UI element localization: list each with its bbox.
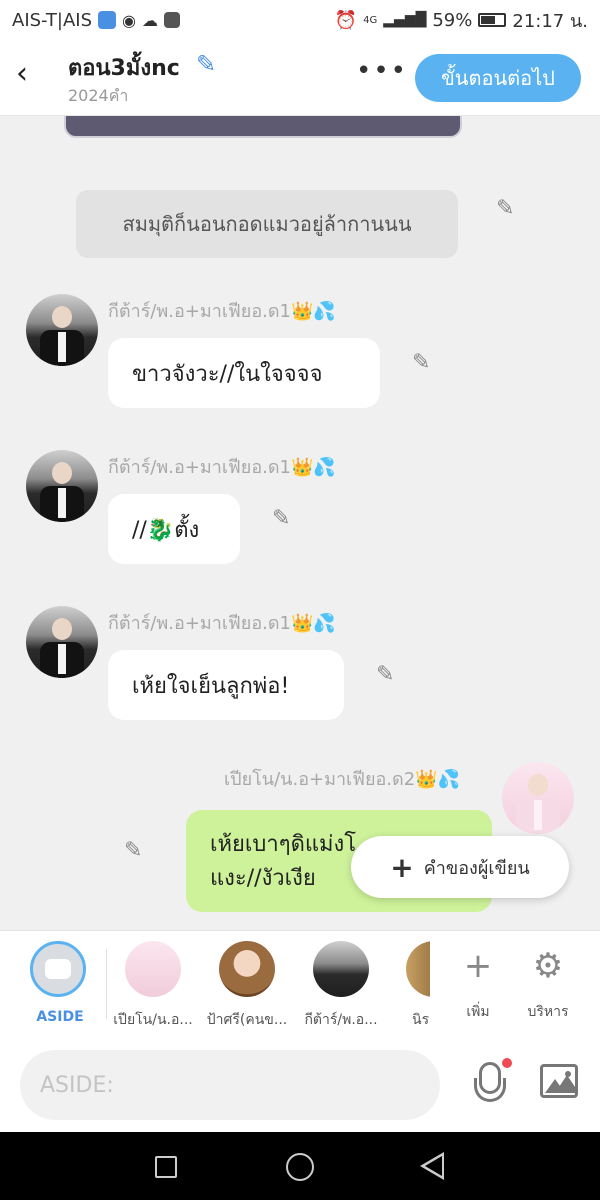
system-nav-bar	[0, 1132, 600, 1200]
speaker-name: กีต้าร์/พ.อ+มาเฟียอ.ด1👑💦	[108, 613, 336, 634]
edit-pencil-icon[interactable]: ✎	[272, 506, 290, 531]
manage-label: บริหาร	[527, 1004, 569, 1020]
back-icon[interactable]	[420, 1152, 444, 1180]
character-partial[interactable]: นิร	[394, 941, 430, 1031]
avatar-guitar[interactable]	[26, 294, 98, 366]
notification-dot	[502, 1058, 512, 1068]
manage-button[interactable]: ⚙ บริหาร	[518, 941, 578, 1023]
divider	[106, 949, 107, 1019]
character-avatar	[125, 941, 181, 997]
edit-pencil-icon[interactable]: ✎	[496, 196, 514, 221]
battery-icon	[478, 13, 507, 27]
character-guitar[interactable]: กีต้าร์/พ.อ...	[300, 941, 382, 1031]
edit-pencil-icon[interactable]: ✎	[124, 838, 142, 863]
aside-label: ASIDE	[36, 1009, 84, 1025]
input-bar	[0, 1038, 600, 1132]
plus-icon: +	[390, 850, 414, 884]
character-avatar	[406, 941, 430, 997]
home-icon[interactable]	[286, 1153, 314, 1181]
battery-percent: 59%	[432, 9, 473, 31]
character-avatar	[219, 941, 275, 997]
author-note-button[interactable]: + คำของผู้เขียน	[351, 836, 569, 898]
aside-bubble-icon	[30, 941, 86, 997]
messenger-icon: ◉	[122, 10, 136, 30]
word-count: 2024คำ	[68, 86, 129, 105]
author-note-label: คำของผู้เขียน	[423, 857, 530, 879]
message-line-2: แงะ//งัวเงีย	[210, 866, 316, 891]
facebook-icon	[163, 12, 180, 28]
edit-title-pencil-icon[interactable]: ✎	[196, 50, 216, 78]
message-line-1: เห้ยเบาๆดิแม่งโ	[210, 832, 357, 857]
message-input[interactable]	[20, 1050, 440, 1120]
add-character-button[interactable]: + เพิ่ม	[448, 941, 508, 1023]
next-step-button[interactable]: ขั้นตอนต่อไป	[415, 54, 581, 102]
app-notification-icon	[98, 11, 116, 29]
chat-header: ‹ ตอน3มั้งnc ✎ 2024คำ ••• ขั้นตอนต่อไป	[0, 40, 600, 116]
aside-tab[interactable]: ASIDE	[30, 941, 90, 1025]
network-label: 4G	[363, 14, 378, 26]
plus-icon: +	[463, 946, 493, 986]
character-name: ป้าศรี(คนข...	[206, 1012, 288, 1028]
recents-icon[interactable]	[155, 1156, 177, 1178]
cloud-icon: ☁	[141, 10, 158, 30]
character-name: เปียโน/น.อ...	[113, 1012, 193, 1028]
episode-title: ตอน3มั้งnc	[68, 56, 180, 81]
speaker-name: กีต้าร์/พ.อ+มาเฟียอ.ด1👑💦	[108, 457, 336, 478]
signal-icon: ▂▄▆█	[383, 12, 427, 28]
alarm-icon: ⏰	[334, 9, 358, 31]
clock: 21:17 น.	[512, 10, 588, 32]
narration-bubble[interactable]: สมมุติก็นอนกอดแมวอยู่ล้ากานนน	[76, 190, 458, 258]
avatar-guitar[interactable]	[26, 606, 98, 678]
microphone-icon[interactable]	[470, 1058, 512, 1112]
character-piano[interactable]: เปียโน/น.อ...	[112, 941, 194, 1031]
back-arrow-icon[interactable]: ‹	[16, 56, 40, 92]
avatar-guitar[interactable]	[26, 450, 98, 522]
image-icon[interactable]	[540, 1064, 578, 1098]
carrier-label: AIS-T|AIS	[12, 9, 92, 31]
message-bubble[interactable]: เห้ยใจเย็นลูกพ่อ!	[108, 650, 344, 720]
character-avatar	[313, 941, 369, 997]
edit-pencil-icon[interactable]: ✎	[412, 350, 430, 375]
edit-pencil-icon[interactable]: ✎	[376, 662, 394, 687]
character-bar: ASIDE เปียโน/น.อ... ป้าศรี(คนข... กีต้าร…	[0, 930, 600, 1038]
more-options-icon[interactable]: •••	[356, 56, 408, 86]
message-bubble[interactable]: ขาวจังวะ//ในใจจจจ	[108, 338, 380, 408]
character-name: กีต้าร์/พ.อ...	[304, 1012, 378, 1028]
avatar-piano[interactable]	[502, 762, 574, 834]
status-bar: AIS-T|AIS ◉ ☁ ⏰ 4G ▂▄▆█ 59% 21:17 น.	[0, 0, 600, 40]
character-aunt-sri[interactable]: ป้าศรี(คนข...	[206, 941, 288, 1031]
chat-area[interactable]: สมมุติก็นอนกอดแมวอยู่ล้ากานนน ✎ กีต้าร์/…	[0, 116, 600, 930]
add-label: เพิ่ม	[466, 1004, 490, 1020]
character-name: นิร	[412, 1012, 430, 1028]
message-bubble[interactable]: //🐉ตั้ง	[108, 494, 240, 564]
image-message-edge[interactable]	[64, 116, 462, 138]
speaker-name: กีต้าร์/พ.อ+มาเฟียอ.ด1👑💦	[108, 301, 336, 322]
gear-icon: ⚙	[532, 946, 564, 986]
speaker-name: เปียโน/น.อ+มาเฟียอ.ด2👑💦	[224, 769, 460, 790]
